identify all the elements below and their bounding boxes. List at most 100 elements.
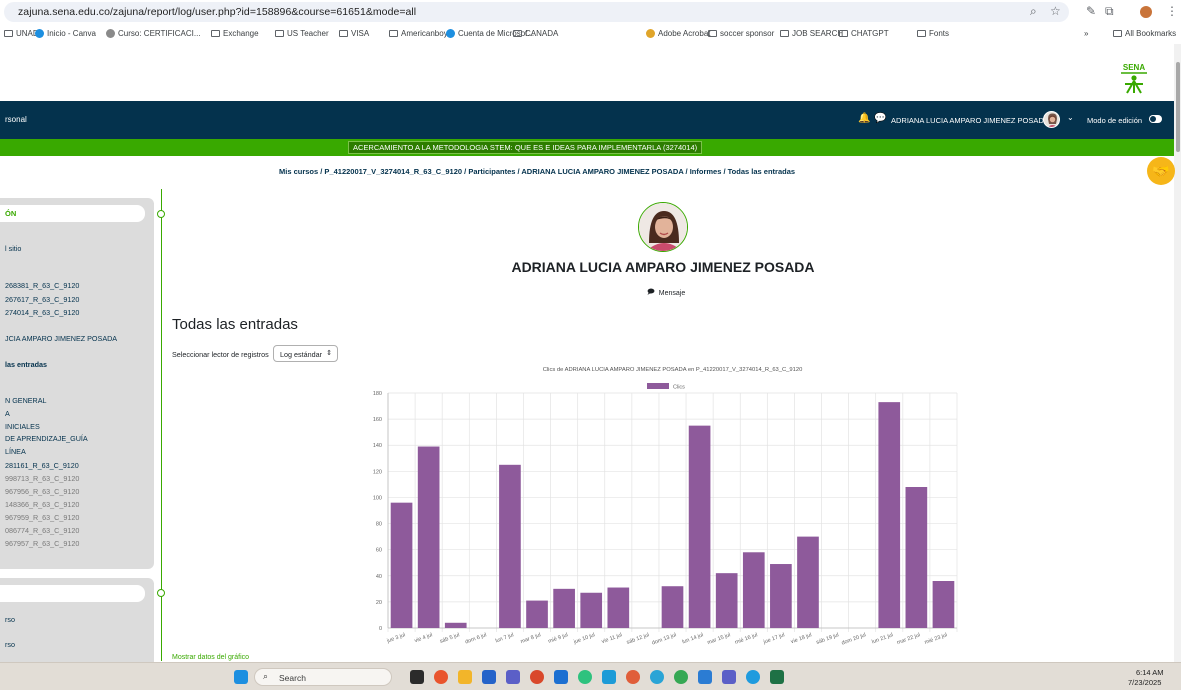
edit-mode-toggle[interactable] [1149, 115, 1162, 123]
star-icon[interactable]: ☆ [1050, 4, 1061, 18]
x-tick-label: dom 6 jul [464, 632, 487, 645]
show-chart-data-link[interactable]: Mostrar datos del gráfico [172, 654, 249, 661]
drawer-handle-2[interactable] [157, 589, 165, 597]
zoom-icon[interactable]: ⌕ [1030, 4, 1037, 19]
drawer-handle[interactable] [157, 210, 165, 218]
teams-icon[interactable] [506, 670, 520, 684]
taskbar-search[interactable]: ⌕ Search [254, 668, 392, 686]
drawer-item[interactable]: 998713_R_63_C_9120 [5, 474, 79, 483]
clicks-chart: Clics de ADRIANA LUCIA AMPARO JIMENEZ PO… [373, 367, 958, 647]
task-view-icon[interactable] [410, 670, 424, 684]
app-icon-9[interactable] [602, 670, 616, 684]
url-text[interactable]: zajuna.sena.edu.co/zajuna/report/log/use… [18, 6, 416, 18]
user-avatar[interactable] [1043, 111, 1060, 128]
y-tick-label: 180 [373, 391, 382, 397]
linkedin-icon[interactable] [554, 670, 568, 684]
bookmark-item[interactable]: Exchange [211, 29, 259, 38]
drawer-item[interactable]: 967956_R_63_C_9120 [5, 487, 79, 496]
bookmark-item[interactable]: Fonts [917, 29, 949, 38]
extensions-icon[interactable]: ⧉ [1105, 4, 1114, 19]
bookmark-item[interactable]: Adobe Acrobat [646, 29, 710, 38]
chevron-down-icon[interactable]: ⌄ [1067, 113, 1074, 122]
bookmark-item[interactable]: CANADA [513, 29, 558, 38]
bookmarks-bar: UNAD Inicio - Canva Curso: CERTIFICACI... E… [0, 24, 1181, 44]
outlook-icon[interactable] [698, 670, 712, 684]
bookmark-label: Exchange [223, 29, 259, 38]
x-tick-label: jue 3 jul [385, 632, 406, 644]
clock-date[interactable]: 7/23/2025 [1128, 678, 1161, 687]
sena-logo[interactable]: SENA [1117, 62, 1151, 94]
y-tick-label: 120 [373, 469, 382, 475]
bookmark-item[interactable]: JOB SEARCH [780, 29, 843, 38]
chart-bar [770, 564, 792, 628]
profile-icon[interactable] [1140, 6, 1152, 18]
drawer-item[interactable]: rso [5, 615, 15, 624]
chat-icon[interactable]: 💬 [874, 113, 886, 124]
drawer-item[interactable]: rso [5, 640, 15, 649]
bookmark-item[interactable]: US Teacher [275, 29, 329, 38]
pen-icon[interactable]: ✎ [1086, 4, 1096, 18]
folder-icon [839, 30, 848, 37]
breadcrumb[interactable]: Mis cursos / P_41220017_V_3274014_R_63_C… [279, 167, 795, 176]
bookmark-item[interactable]: soccer sponsor [708, 29, 774, 38]
menu-icon[interactable]: ⋮ [1166, 4, 1178, 18]
drawer-item[interactable]: INICIALES [5, 422, 40, 431]
chart-bar [580, 592, 603, 628]
help-button[interactable]: 🤝 [1147, 157, 1175, 185]
app-icon-10[interactable] [626, 670, 640, 684]
file-explorer-icon[interactable] [458, 670, 472, 684]
drawer-item[interactable]: l sitio [5, 244, 21, 253]
bookmark-item[interactable]: Americanboys [389, 29, 452, 38]
drawer-item[interactable]: las entradas [5, 360, 47, 369]
chrome-icon[interactable] [434, 670, 448, 684]
folder-icon [780, 30, 789, 37]
drawer-item[interactable]: DE APRENDIZAJE_GUÍA [5, 434, 88, 443]
bookmark-item[interactable]: Inicio - Canva [35, 29, 96, 38]
drawer-header[interactable]: ÓN [0, 205, 145, 222]
reader-select[interactable]: Log estándar ⇕ [273, 345, 338, 362]
drawer-item[interactable]: 281161_R_63_C_9120 [5, 461, 79, 470]
bell-icon[interactable]: 🔔 [858, 113, 870, 124]
edge-alt-icon[interactable] [746, 670, 760, 684]
drawer-header-2[interactable] [0, 585, 145, 602]
drawer-item[interactable]: 967959_R_63_C_9120 [5, 513, 79, 522]
bookmark-label: Americanboys [401, 29, 452, 38]
chart-bar [499, 464, 521, 628]
course-title[interactable]: ACERCAMIENTO A LA METODOLOGIA STEM: QUE … [348, 141, 703, 154]
bookmark-item[interactable]: Curso: CERTIFICACI... [106, 29, 201, 38]
drawer-item[interactable]: 148366_R_63_C_9120 [5, 500, 79, 509]
edge-icon[interactable] [650, 670, 664, 684]
windows-start-icon[interactable] [234, 670, 248, 684]
drawer-item[interactable]: 268381_R_63_C_9120 [5, 281, 79, 290]
bookmark-label: CHATGPT [851, 29, 889, 38]
app-icon-6[interactable] [530, 670, 544, 684]
drawer-item[interactable]: A [5, 409, 10, 418]
drawer-item[interactable]: JCIA AMPARO JIMENEZ POSADA [5, 334, 117, 343]
drawer-item[interactable]: 267617_R_63_C_9120 [5, 295, 79, 304]
store-icon[interactable] [482, 670, 496, 684]
all-bookmarks-button[interactable]: All Bookmarks [1113, 29, 1176, 38]
clock-time[interactable]: 6:14 AM [1136, 668, 1164, 677]
drawer-item[interactable]: LÍNEA [5, 447, 26, 456]
bookmarks-more-button[interactable]: » [1084, 29, 1088, 38]
address-field[interactable]: zajuna.sena.edu.co/zajuna/report/log/use… [4, 2, 1069, 22]
message-link[interactable]: 🗩 Mensaje [647, 288, 685, 299]
x-tick-label: sáb 12 jul [626, 632, 650, 646]
user-menu-name[interactable]: ADRIANA LUCIA AMPARO JIMENEZ POSADA [891, 116, 1049, 125]
drawer-item[interactable]: 274014_R_63_C_9120 [5, 308, 79, 317]
scrollbar-thumb[interactable] [1176, 62, 1180, 152]
site-icon [446, 29, 455, 38]
chrome-alt-icon[interactable] [674, 670, 688, 684]
bookmark-item[interactable]: VISA [339, 29, 369, 38]
nav-link-personal[interactable]: rsonal [5, 115, 27, 124]
drawer-item[interactable]: N GENERAL [5, 396, 47, 405]
excel-icon[interactable] [770, 670, 784, 684]
page-title: Todas las entradas [172, 316, 298, 333]
drawer-item[interactable]: 967957_R_63_C_9120 [5, 539, 79, 548]
bookmark-item[interactable]: UNAD [4, 29, 39, 38]
teams-alt-icon[interactable] [722, 670, 736, 684]
app-icon-8[interactable] [578, 670, 592, 684]
windows-taskbar: ⌕ Search 6:14 AM 7/23/2025 [0, 662, 1181, 690]
bookmark-item[interactable]: CHATGPT [839, 29, 889, 38]
drawer-item[interactable]: 086774_R_63_C_9120 [5, 526, 79, 535]
